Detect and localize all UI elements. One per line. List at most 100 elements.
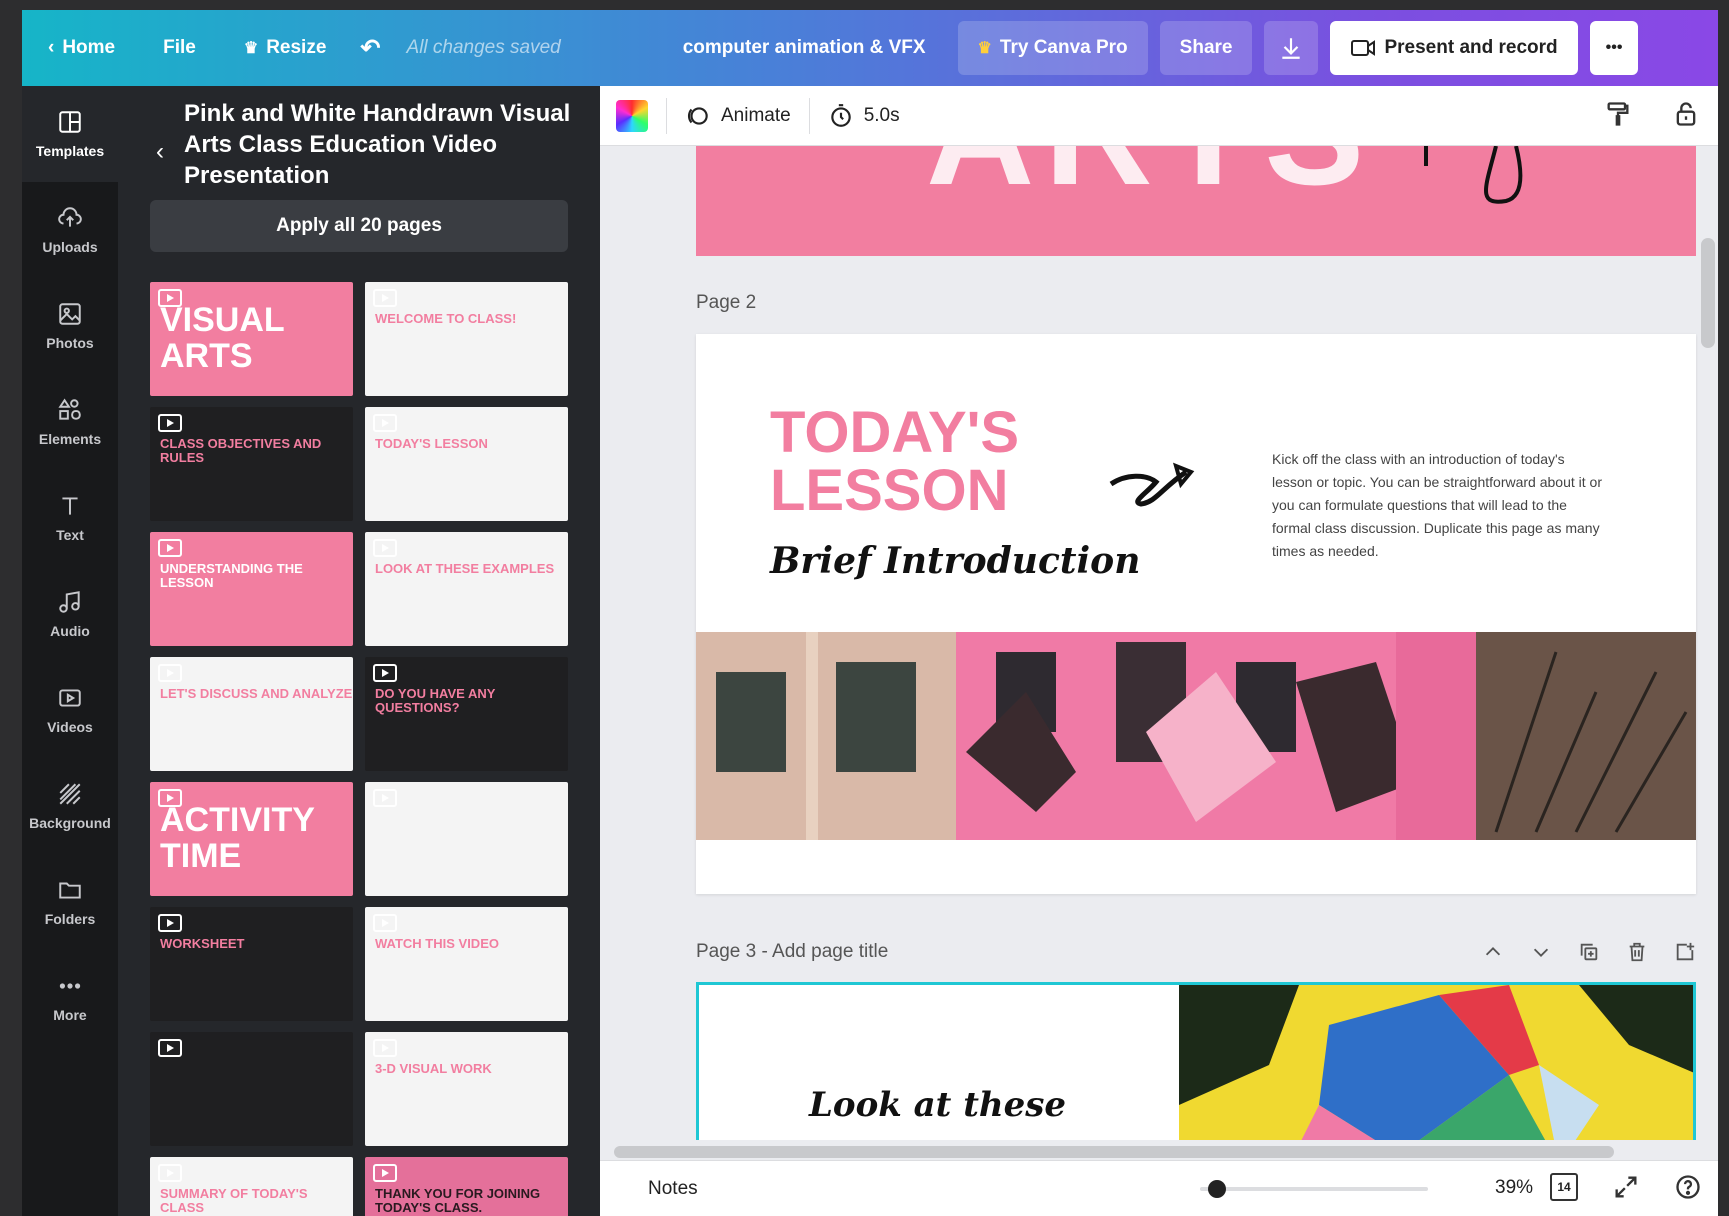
horizontal-scrollbar[interactable] [606,1142,1694,1160]
template-thumbnail[interactable]: SUMMARY OF TODAY'S CLASS [150,1157,353,1216]
chevron-up-icon[interactable] [1482,941,1504,963]
notes-button[interactable]: Notes [648,1178,698,1200]
add-page-icon[interactable] [1674,941,1696,963]
file-menu[interactable]: File [149,26,210,70]
thumbnail-title: LET'S DISCUSS AND ANALYZE [160,686,353,701]
try-pro-label: Try Canva Pro [999,37,1128,58]
heading-line-2: LESSON [770,458,1009,523]
templates-panel: ‹ Pink and White Handdrawn Visual Arts C… [118,86,600,1216]
download-button[interactable] [1264,21,1319,75]
template-thumbnail[interactable]: LET'S DISCUSS AND ANALYZE [150,657,353,771]
page-3-label[interactable]: Page 3 - Add page title [696,941,888,963]
save-status: All changes saved [406,37,561,58]
paint-roller-icon[interactable] [1604,100,1632,128]
trash-icon[interactable] [1626,941,1648,963]
template-thumbnail[interactable] [365,782,568,896]
help-icon[interactable] [1674,1173,1702,1201]
street-art-illustration [1179,985,1693,1140]
rail-label: Templates [35,143,105,159]
rail-item-videos[interactable]: Videos [22,662,118,758]
project-title[interactable]: computer animation & VFX [683,37,926,59]
duplicate-page-icon[interactable] [1578,941,1600,963]
videos-icon [59,689,81,707]
template-thumbnail[interactable]: TODAY'S LESSON [365,407,568,521]
template-thumbnail[interactable]: LOOK AT THESE EXAMPLES [365,532,568,646]
lock-icon[interactable] [1672,100,1700,128]
page-count-button[interactable]: 14 [1550,1173,1578,1201]
template-thumbnail[interactable]: DO YOU HAVE ANY QUESTIONS? [365,657,568,771]
resize-label: Resize [266,37,327,58]
home-label: Home [62,37,116,58]
color-picker-icon[interactable] [616,99,648,132]
crown-icon: ♛ [243,40,259,57]
video-badge-icon [158,539,182,557]
animate-button[interactable]: Animate [685,103,791,129]
fullscreen-icon[interactable] [1612,1173,1640,1201]
rail-item-more[interactable]: More [22,950,118,1046]
thumbnail-title: ACTIVITY TIME [160,801,315,875]
animate-label: Animate [721,104,791,126]
doodle-decoration [1424,146,1523,204]
page-2[interactable]: TODAY'S LESSON Brief Introduction Kick o… [696,334,1696,894]
rail-item-uploads[interactable]: Uploads [22,182,118,278]
template-thumbnail[interactable]: WORKSHEET [150,907,353,1021]
video-badge-icon [373,539,397,557]
toolbar-right [1604,100,1700,128]
rail-item-audio[interactable]: Audio [22,566,118,662]
crown-icon: ♛ [977,40,992,57]
vertical-scroll-thumb[interactable] [1701,238,1715,348]
page-3[interactable]: Look at these [696,982,1696,1140]
undo-button[interactable]: ↶ [346,26,394,70]
rail-label: Photos [46,335,94,351]
mural-illustration [696,632,1696,840]
thumbnail-title: CLASS OBJECTIVES AND RULES [160,436,322,465]
chevron-down-icon[interactable] [1530,941,1552,963]
more-options-button[interactable]: ••• [1589,21,1639,75]
vertical-scrollbar[interactable] [1698,146,1718,1140]
page-count: 14 [1557,1180,1571,1194]
template-thumbnail[interactable]: ACTIVITY TIME [150,782,353,896]
upload-icon [58,207,82,227]
rail-item-elements[interactable]: Elements [22,374,118,470]
template-thumbnail[interactable] [150,1032,353,1146]
template-thumbnail[interactable]: 3-D VISUAL WORK [365,1032,568,1146]
video-badge-icon [373,664,397,682]
thumbnail-title: WELCOME TO CLASS! [375,311,517,326]
apply-all-pages-button[interactable]: Apply all 20 pages [150,200,568,252]
photos-icon [59,303,81,325]
top-bar: ‹ Home File ♛ Resize ↶ All changes saved… [22,10,1718,86]
zoom-level[interactable]: 39% [1495,1177,1533,1199]
heading-line-1: TODAY'S [770,400,1020,465]
home-button[interactable]: ‹ Home [34,26,129,70]
chevron-left-icon[interactable]: ‹ [156,138,164,191]
resize-button[interactable]: ♛ Resize [230,26,341,70]
template-thumbnail[interactable]: UNDERSTANDING THE LESSON [150,532,353,646]
present-record-label: Present and record [1384,37,1558,58]
template-thumbnails: VISUAL ARTS WELCOME TO CLASS! CLASS OBJECT… [150,282,568,1216]
video-badge-icon [373,289,397,307]
template-thumbnail[interactable]: VISUAL ARTS [150,282,353,396]
download-icon [1282,38,1301,59]
rail-item-text[interactable]: Text [22,470,118,566]
zoom-slider-handle[interactable] [1208,1180,1226,1198]
template-thumbnail[interactable]: CLASS OBJECTIVES AND RULES [150,407,353,521]
page-3-header: Page 3 - Add page title [696,941,1696,963]
zoom-slider[interactable] [1200,1187,1428,1191]
mural-photo [696,632,1696,840]
rail-item-photos[interactable]: Photos [22,278,118,374]
rail-item-background[interactable]: Background [22,758,118,854]
page-1-preview[interactable]: ARTS [696,146,1696,256]
template-thumbnail[interactable]: WELCOME TO CLASS! [365,282,568,396]
template-thumbnail[interactable]: THANK YOU FOR JOINING TODAY'S CLASS. [365,1157,568,1216]
duration-button[interactable]: 5.0s [828,103,900,129]
template-thumbnail[interactable]: WATCH THIS VIDEO [365,907,568,1021]
share-button[interactable]: Share [1159,21,1253,75]
rail-item-folders[interactable]: Folders [22,854,118,950]
street-art-photo [1179,985,1693,1140]
file-label: File [163,37,196,58]
video-badge-icon [158,1164,182,1182]
horizontal-scroll-thumb[interactable] [614,1146,1614,1158]
rail-item-templates[interactable]: Templates [22,86,118,182]
present-record-button[interactable]: Present and record [1330,21,1578,75]
try-pro-button[interactable]: ♛ Try Canva Pro [957,21,1148,75]
